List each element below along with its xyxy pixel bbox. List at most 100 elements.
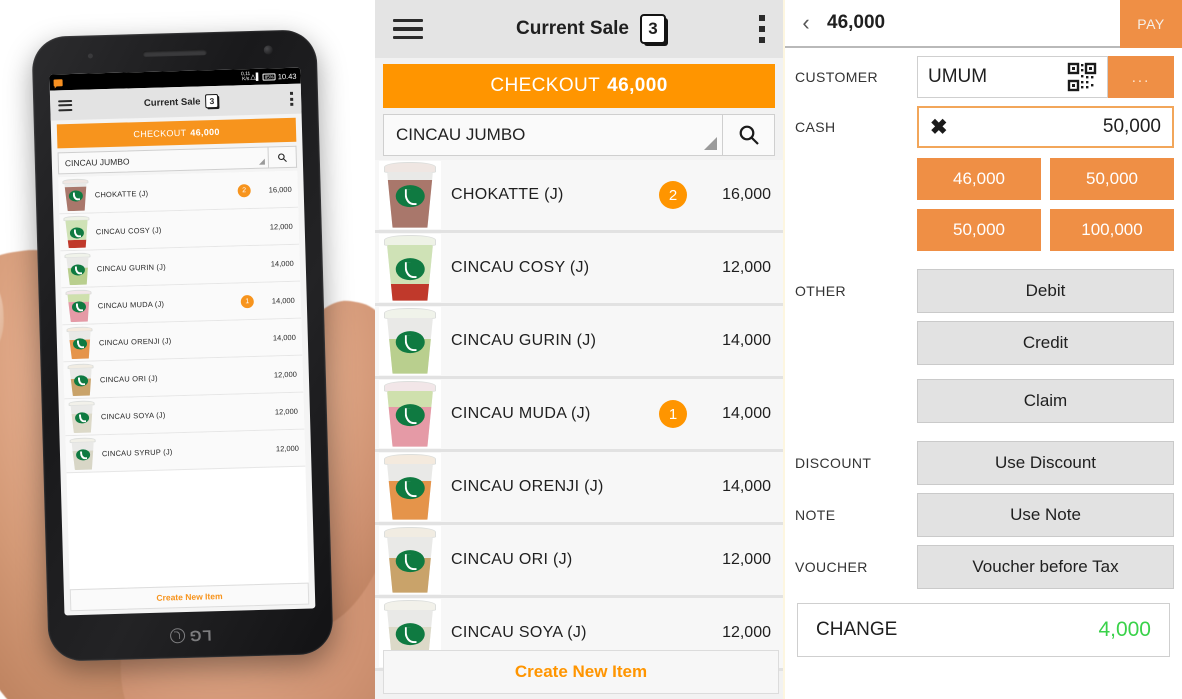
clock: 10.43 [277, 71, 297, 81]
cash-row: CASH ✖ 50,000 [795, 106, 1174, 148]
product-thumbnail [62, 251, 93, 286]
phone-page-title: Current Sale 3 [72, 92, 290, 112]
note-label: NOTE [795, 507, 836, 523]
payment-panel: ‹ 46,000 PAY CUSTOMER UMUM ... CASH ✖ 50… [785, 0, 1182, 699]
phone-search-input[interactable]: CINCAU JUMBO [57, 146, 270, 175]
phone-sensor [87, 53, 93, 59]
quick-amount-button[interactable]: 100,000 [1050, 209, 1174, 251]
list-item[interactable]: CINCAU COSY (J) 12,000 [375, 233, 783, 306]
quick-amount-button[interactable]: 46,000 [917, 158, 1041, 200]
list-item[interactable]: CHOKATTE (J) 2 16,000 [375, 160, 783, 233]
product-price: 14,000 [272, 332, 296, 342]
phone-product-list[interactable]: CHOKATTE (J) 2 16,000 CINCAU COSY (J) 12… [58, 170, 309, 590]
product-name: CHOKATTE (J) [451, 186, 564, 203]
product-price: 12,000 [273, 369, 297, 379]
list-item[interactable]: CINCAU MUDA (J) 1 14,000 [375, 379, 783, 452]
search-row: CINCAU JUMBO [383, 114, 775, 156]
menu-icon[interactable] [58, 97, 73, 113]
battery-indicator: 85% [262, 72, 276, 81]
search-icon[interactable] [268, 145, 298, 169]
quick-amount-grid[interactable]: 46,000 50,000 50,000 100,000 [917, 158, 1174, 251]
phone-earpiece [142, 49, 207, 58]
sale-count-badge: 3 [205, 93, 219, 109]
product-thumbnail [60, 178, 91, 213]
list-item[interactable]: CINCAU ORENJI (J) 14,000 [375, 452, 783, 525]
list-item[interactable]: CINCAU SYRUP (J) 12,000 [65, 429, 306, 474]
quick-amount-button[interactable]: 50,000 [917, 209, 1041, 251]
data-rate: 0,11 K/s [240, 70, 251, 83]
pay-button[interactable]: PAY [1120, 0, 1182, 48]
list-item[interactable]: CINCAU ORI (J) 12,000 [375, 525, 783, 598]
product-thumbnail [65, 362, 96, 397]
overflow-menu-icon[interactable] [759, 10, 765, 48]
back-chevron-icon[interactable]: ‹ [785, 10, 827, 36]
change-value: 4,000 [1098, 618, 1151, 641]
use-note-button[interactable]: Use Note [917, 493, 1174, 537]
other-row-credit: Credit [795, 321, 1174, 365]
list-item[interactable]: CINCAU GURIN (J) 14,000 [375, 306, 783, 379]
cash-input[interactable]: ✖ 50,000 [917, 106, 1174, 148]
create-new-item-button[interactable]: Create New Item [383, 650, 779, 694]
note-row: NOTE Use Note [795, 493, 1174, 537]
product-name: CINCAU MUDA (J) [97, 298, 165, 310]
change-bar: CHANGE 4,000 [797, 603, 1170, 657]
claim-button[interactable]: Claim [917, 379, 1174, 423]
search-input[interactable]: CINCAU JUMBO [383, 114, 723, 156]
discount-row: DISCOUNT Use Discount [795, 441, 1174, 485]
payment-app-bar: ‹ 46,000 PAY [785, 0, 1182, 48]
signal-icon: ▌ [255, 73, 261, 81]
clear-icon[interactable]: ✖ [930, 115, 948, 140]
message-icon [53, 78, 63, 86]
product-price: 12,000 [722, 551, 771, 568]
checkout-button[interactable]: CHECKOUT 46,000 [383, 64, 775, 108]
product-name: CHOKATTE (J) [94, 188, 149, 199]
credit-button[interactable]: Credit [917, 321, 1174, 365]
quantity-badge: 2 [237, 183, 251, 197]
product-name: CINCAU SOYA (J) [100, 410, 166, 421]
product-name: CINCAU GURIN (J) [451, 332, 597, 349]
payment-total-amount: 46,000 [827, 12, 886, 33]
customer-value: UMUM [928, 66, 988, 87]
voucher-before-tax-button[interactable]: Voucher before Tax [917, 545, 1174, 589]
product-price: 12,000 [722, 259, 771, 276]
customer-more-button[interactable]: ... [1108, 56, 1174, 98]
cash-value: 50,000 [1102, 116, 1161, 137]
product-list[interactable]: CHOKATTE (J) 2 16,000 CINCAU COSY (J) 12… [375, 160, 783, 699]
product-price: 12,000 [275, 443, 300, 453]
cash-label: CASH [795, 119, 836, 135]
app-root: 0,11 K/s △ ▌ 85% 10.43 Current Sale 3 CH… [0, 0, 1182, 699]
search-icon[interactable] [723, 114, 775, 156]
quantity-badge: 2 [659, 181, 687, 209]
sale-app-bar: Current Sale 3 [375, 0, 783, 58]
other-label: OTHER [795, 283, 846, 299]
product-price: 14,000 [722, 478, 771, 495]
debit-button[interactable]: Debit [917, 269, 1174, 313]
product-thumbnail [379, 307, 441, 375]
overflow-menu-icon[interactable] [289, 89, 294, 108]
other-row-debit: OTHER Debit [795, 269, 1174, 313]
use-discount-button[interactable]: Use Discount [917, 441, 1174, 485]
voucher-label: VOUCHER [795, 559, 868, 575]
product-thumbnail [379, 380, 441, 448]
product-price: 12,000 [269, 221, 293, 232]
phone-checkout-button[interactable]: CHECKOUT 46,000 [56, 117, 297, 149]
customer-input[interactable]: UMUM [917, 56, 1108, 98]
product-name: CINCAU COSY (J) [95, 225, 162, 236]
brand-ring-icon [169, 628, 185, 644]
quick-amount-button[interactable]: 50,000 [1050, 158, 1174, 200]
qr-scan-icon[interactable] [1067, 62, 1097, 92]
product-name: CINCAU ORI (J) [451, 551, 573, 568]
product-name: CINCAU ORI (J) [99, 373, 158, 384]
discount-label: DISCOUNT [795, 455, 872, 471]
phone-device: 0,11 K/s △ ▌ 85% 10.43 Current Sale 3 CH… [31, 29, 334, 662]
product-name: CINCAU ORENJI (J) [451, 478, 604, 495]
payment-form: CUSTOMER UMUM ... CASH ✖ 50,000 46,000 5… [785, 48, 1182, 699]
product-thumbnail [379, 453, 441, 521]
product-thumbnail [66, 399, 97, 434]
product-price: 14,000 [722, 332, 771, 349]
product-thumbnail [379, 526, 441, 594]
product-thumbnail [68, 436, 99, 471]
quick-amount-row: 46,000 50,000 50,000 100,000 [795, 156, 1174, 261]
product-name: CINCAU GURIN (J) [96, 261, 166, 273]
menu-icon[interactable] [393, 14, 423, 45]
